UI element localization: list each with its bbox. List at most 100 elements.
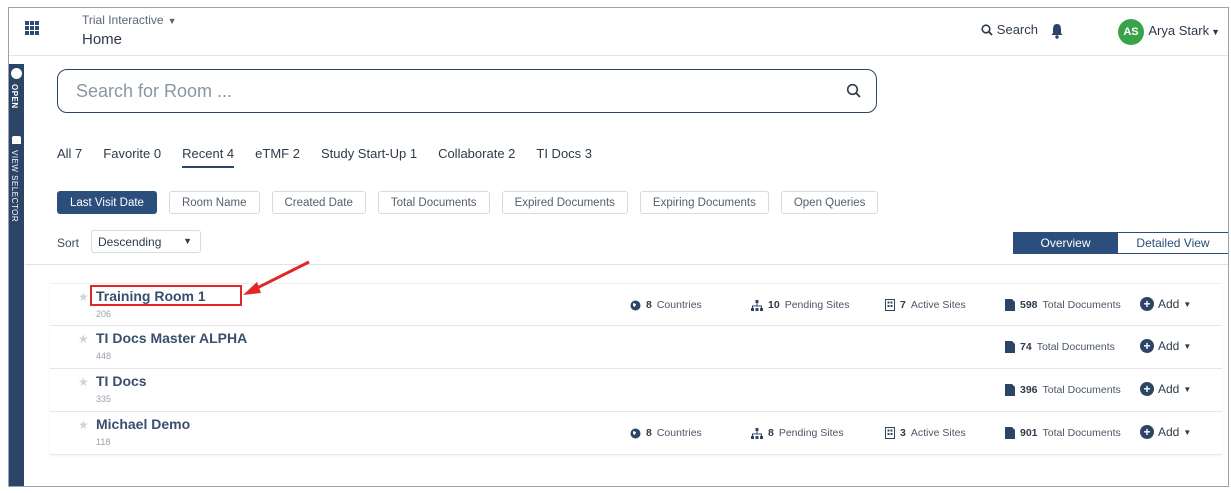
countries-count: 8 xyxy=(646,299,652,311)
sitemap-icon xyxy=(751,299,763,311)
open-arrow-icon[interactable] xyxy=(11,68,22,79)
global-search-button[interactable]: Search xyxy=(981,22,1038,37)
pending-sites-count: 8 xyxy=(768,427,774,439)
tab-favorite[interactable]: Favorite 0 xyxy=(103,146,161,168)
room-filter-tabs: All 7 Favorite 0 Recent 4 eTMF 2 Study S… xyxy=(57,146,613,168)
overview-button[interactable]: Overview xyxy=(1013,232,1118,254)
sort-label: Sort xyxy=(57,236,80,250)
total-documents-label: Total Documents xyxy=(1042,299,1121,311)
tab-all[interactable]: All 7 xyxy=(57,146,82,168)
active-sites-stat: 7 Active Sites xyxy=(885,299,966,311)
active-sites-label: Active Sites xyxy=(910,299,966,311)
add-label: Add xyxy=(1158,339,1180,353)
user-menu[interactable]: Arya Stark ▼ xyxy=(1148,23,1220,38)
plus-circle-icon: + xyxy=(1140,297,1154,311)
total-documents-count: 396 xyxy=(1020,384,1038,396)
pending-sites-stat: 10 Pending Sites xyxy=(751,299,849,311)
total-documents-count: 74 xyxy=(1020,341,1032,353)
view-selector-label[interactable]: VIEW SELECTOR xyxy=(10,150,19,222)
search-icon xyxy=(981,23,993,36)
document-icon xyxy=(1005,341,1015,353)
star-icon[interactable]: ★ xyxy=(78,332,89,346)
tab-ti-docs[interactable]: TI Docs 3 xyxy=(536,146,592,168)
building-icon xyxy=(885,427,895,439)
add-button[interactable]: + Add ▼ xyxy=(1140,425,1191,439)
chevron-down-icon: ▼ xyxy=(1183,427,1192,437)
detailed-view-button[interactable]: Detailed View xyxy=(1118,232,1228,254)
bell-icon[interactable] xyxy=(1049,22,1065,40)
add-button[interactable]: + Add ▼ xyxy=(1140,382,1191,396)
room-row[interactable]: ★ Training Room 1 206 8 Countries 10 Pen… xyxy=(50,283,1222,326)
total-documents-count: 901 xyxy=(1020,427,1038,439)
room-row[interactable]: ★ TI Docs Master ALPHA 448 74 Total Docu… xyxy=(50,326,1222,369)
total-documents-stat: 74 Total Documents xyxy=(1005,341,1115,353)
active-sites-count: 7 xyxy=(900,299,906,311)
app-switcher[interactable]: Trial Interactive ▼ xyxy=(82,13,177,27)
tab-collaborate[interactable]: Collaborate 2 xyxy=(438,146,515,168)
total-documents-count: 598 xyxy=(1020,299,1038,311)
avatar[interactable]: AS xyxy=(1118,19,1144,45)
search-icon[interactable] xyxy=(846,83,862,99)
top-header: Trial Interactive ▼ Home Search AS Arya S… xyxy=(9,8,1228,56)
annotation-arrow xyxy=(243,260,310,295)
add-button[interactable]: + Add ▼ xyxy=(1140,339,1191,353)
app-name: Trial Interactive xyxy=(82,13,164,27)
tab-etmf[interactable]: eTMF 2 xyxy=(255,146,300,168)
total-documents-label: Total Documents xyxy=(1042,427,1121,439)
document-icon xyxy=(1005,384,1015,396)
add-label: Add xyxy=(1158,425,1180,439)
plus-circle-icon: + xyxy=(1140,382,1154,396)
pill-room-name[interactable]: Room Name xyxy=(168,191,260,214)
pill-last-visit-date[interactable]: Last Visit Date xyxy=(57,191,157,214)
app-window: Trial Interactive ▼ Home Search AS Arya S… xyxy=(8,7,1229,487)
active-sites-label: Active Sites xyxy=(910,427,966,439)
user-name-label: Arya Stark xyxy=(1148,23,1210,38)
total-documents-label: Total Documents xyxy=(1042,384,1121,396)
room-name-link[interactable]: TI Docs xyxy=(96,373,147,389)
tab-recent[interactable]: Recent 4 xyxy=(182,146,235,168)
add-button[interactable]: + Add ▼ xyxy=(1140,297,1191,311)
pill-open-queries[interactable]: Open Queries xyxy=(780,191,879,214)
star-icon[interactable]: ★ xyxy=(78,418,89,432)
globe-icon xyxy=(630,300,641,310)
tab-study-start-up[interactable]: Study Start-Up 1 xyxy=(321,146,417,168)
sort-order-value: Descending xyxy=(98,234,162,249)
global-search-label: Search xyxy=(996,22,1038,37)
room-list: ★ Training Room 1 206 8 Countries 10 Pen… xyxy=(50,283,1222,455)
active-sites-count: 3 xyxy=(900,427,906,439)
room-id: 206 xyxy=(96,309,112,319)
eye-icon xyxy=(12,136,21,144)
view-selector-rail[interactable]: OPEN VIEW SELECTOR xyxy=(9,64,24,486)
document-icon xyxy=(1005,427,1015,439)
total-documents-stat: 598 Total Documents xyxy=(1005,299,1121,311)
divider xyxy=(25,264,1228,265)
pill-expired-documents[interactable]: Expired Documents xyxy=(501,191,628,214)
countries-count: 8 xyxy=(646,427,652,439)
total-documents-label: Total Documents xyxy=(1036,341,1115,353)
chevron-down-icon: ▼ xyxy=(183,236,192,246)
room-row[interactable]: ★ Michael Demo 118 8 Countries 8 Pending… xyxy=(50,412,1222,455)
star-icon[interactable]: ★ xyxy=(78,375,89,389)
sort-order-select[interactable]: Descending ▼ xyxy=(91,230,201,253)
room-id: 335 xyxy=(96,394,112,404)
open-label[interactable]: OPEN xyxy=(10,84,19,109)
view-toggle: Overview Detailed View xyxy=(1013,232,1228,254)
pending-sites-label: Pending Sites xyxy=(778,427,844,439)
total-documents-stat: 901 Total Documents xyxy=(1005,427,1121,439)
chevron-down-icon: ▼ xyxy=(1211,27,1220,37)
countries-stat: 8 Countries xyxy=(630,427,702,439)
room-row[interactable]: ★ TI Docs 335 396 Total Documents + Add … xyxy=(50,369,1222,412)
room-name-link[interactable]: Michael Demo xyxy=(96,416,190,432)
room-search-input[interactable] xyxy=(74,78,814,104)
pill-total-documents[interactable]: Total Documents xyxy=(377,191,490,214)
add-label: Add xyxy=(1158,297,1180,311)
app-grid-icon[interactable] xyxy=(25,21,39,35)
plus-circle-icon: + xyxy=(1140,339,1154,353)
chevron-down-icon: ▼ xyxy=(1183,384,1192,394)
star-icon[interactable]: ★ xyxy=(78,290,89,304)
room-name-link[interactable]: TI Docs Master ALPHA xyxy=(96,330,247,346)
pill-expiring-documents[interactable]: Expiring Documents xyxy=(639,191,769,214)
add-label: Add xyxy=(1158,382,1180,396)
pill-created-date[interactable]: Created Date xyxy=(271,191,366,214)
annotation-highlight-box xyxy=(90,285,242,306)
